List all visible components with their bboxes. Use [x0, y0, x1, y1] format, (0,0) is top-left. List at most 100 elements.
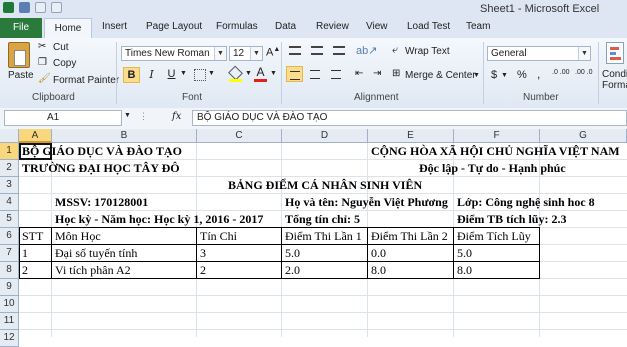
formula-input[interactable]: BỘ GIÁO DỤC VÀ ĐÀO TẠO: [192, 110, 627, 126]
cell-f5-gpa[interactable]: Điểm TB tích lũy: 2.3: [457, 211, 566, 228]
row-header-4[interactable]: 4: [0, 194, 19, 211]
tab-review[interactable]: Review: [316, 21, 349, 32]
column-header-b[interactable]: B: [52, 129, 197, 143]
font-name-select[interactable]: Times New Roman ▼: [121, 46, 227, 61]
table-cell[interactable]: 1: [22, 245, 28, 262]
align-center-button[interactable]: [307, 66, 324, 82]
cell-b5-term[interactable]: Học kỳ - Năm học: Học kỳ 1, 2016 - 2017: [55, 211, 263, 228]
cut-icon[interactable]: ✂: [38, 41, 46, 52]
cell-e1-republic[interactable]: CỘNG HÒA XÃ HỘI CHỦ NGHĨA VIỆT NAM: [371, 143, 620, 160]
increase-decimal-button[interactable]: .0 .00: [552, 69, 570, 76]
table-cell[interactable]: 8.0: [457, 262, 472, 279]
tab-file[interactable]: File: [0, 18, 42, 38]
paste-icon[interactable]: [8, 42, 30, 68]
underline-button[interactable]: U: [163, 67, 180, 83]
excel-app-icon[interactable]: [3, 2, 14, 13]
redo-icon[interactable]: [51, 2, 62, 13]
cancel-entry-icon[interactable]: ⋮: [139, 111, 148, 122]
conditional-formatting-button[interactable]: Conditi: [602, 69, 627, 80]
align-left-button[interactable]: [286, 66, 303, 82]
row-header-6[interactable]: 6: [0, 228, 19, 245]
chevron-down-icon[interactable]: ▼: [245, 70, 252, 77]
column-header-c[interactable]: C: [197, 129, 282, 143]
decrease-decimal-button[interactable]: .00 .0: [575, 69, 593, 76]
decrease-indent-icon[interactable]: ⇤: [355, 68, 363, 79]
chevron-down-icon[interactable]: ▼: [124, 112, 131, 119]
merge-center-icon[interactable]: ⊞: [392, 68, 400, 79]
table-cell[interactable]: 5.0: [457, 245, 472, 262]
table-header-exam2[interactable]: Điểm Thi Lần 2: [371, 228, 448, 245]
grow-font-icon[interactable]: A▲: [266, 46, 280, 59]
number-format-select[interactable]: General ▼: [487, 46, 591, 61]
table-cell[interactable]: Đại số tuyến tính: [55, 245, 137, 262]
orientation-icon[interactable]: ab↗: [356, 44, 377, 57]
row-header-3[interactable]: 3: [0, 177, 19, 194]
chevron-down-icon[interactable]: ▼: [208, 70, 215, 77]
cell-f2-motto[interactable]: Độc lập - Tự do - Hạnh phúc: [419, 160, 566, 177]
cell-b4-mssv[interactable]: MSSV: 170128001: [55, 194, 148, 211]
table-header-credits[interactable]: Tín Chỉ: [200, 228, 237, 245]
chevron-down-icon[interactable]: ▼: [473, 72, 480, 79]
percent-button[interactable]: %: [517, 69, 527, 81]
bold-button[interactable]: B: [123, 67, 140, 83]
row-header-7[interactable]: 7: [0, 245, 19, 262]
currency-button[interactable]: $: [491, 69, 497, 81]
format-painter-button[interactable]: Format Painter: [53, 75, 119, 86]
table-header-stt[interactable]: STT: [22, 228, 43, 245]
comma-button[interactable]: ,: [537, 67, 540, 81]
cell-d5-credits[interactable]: Tổng tín chỉ: 5: [285, 211, 360, 228]
cell-c3-title[interactable]: BẢNG ĐIỂM CÁ NHÂN SINH VIÊN: [228, 177, 422, 194]
table-cell[interactable]: 5.0: [285, 245, 300, 262]
paste-button[interactable]: Paste: [8, 70, 34, 81]
tab-load-test[interactable]: Load Test: [407, 21, 450, 32]
table-cell[interactable]: Vi tích phân A2: [55, 262, 131, 279]
table-header-subject[interactable]: Môn Học: [55, 228, 101, 245]
cell-d4-name[interactable]: Họ và tên: Nguyễn Việt Phương: [285, 194, 448, 211]
row-header-2[interactable]: 2: [0, 160, 19, 177]
active-cell-selection[interactable]: [19, 143, 52, 160]
tab-page-layout[interactable]: Page Layout: [146, 21, 202, 32]
tab-data[interactable]: Data: [275, 21, 296, 32]
table-cell[interactable]: 2: [22, 262, 28, 279]
align-middle-icon[interactable]: [311, 46, 323, 55]
table-cell[interactable]: 2: [200, 262, 206, 279]
increase-indent-icon[interactable]: ⇥: [373, 68, 381, 79]
table-cell[interactable]: 3: [200, 245, 206, 262]
fill-color-icon[interactable]: [228, 65, 243, 82]
select-all-corner[interactable]: [0, 129, 19, 143]
chevron-down-icon[interactable]: ▼: [180, 70, 187, 77]
insert-function-button[interactable]: fx: [172, 111, 181, 122]
tab-insert[interactable]: Insert: [102, 21, 127, 32]
table-header-cumulative[interactable]: Điểm Tích Lũy: [457, 228, 531, 245]
align-top-icon[interactable]: [289, 46, 301, 55]
align-bottom-icon[interactable]: [333, 46, 345, 55]
conditional-formatting-button-line2[interactable]: Formatt: [602, 80, 627, 91]
align-right-button[interactable]: [328, 66, 345, 82]
column-header-g[interactable]: G: [540, 129, 627, 143]
tab-formulas[interactable]: Formulas: [216, 21, 258, 32]
italic-button[interactable]: I: [143, 67, 160, 83]
table-header-exam1[interactable]: Điểm Thi Lần 1: [285, 228, 362, 245]
row-header-8[interactable]: 8: [0, 262, 19, 279]
table-cell[interactable]: 2.0: [285, 262, 300, 279]
tab-home[interactable]: Home: [44, 18, 92, 39]
cut-button[interactable]: Cut: [53, 42, 69, 53]
conditional-formatting-icon[interactable]: [606, 42, 624, 64]
chevron-down-icon[interactable]: ▼: [270, 70, 277, 77]
tab-view[interactable]: View: [366, 21, 388, 32]
cell-f4-class[interactable]: Lớp: Công nghệ sinh hoc 8: [457, 194, 595, 211]
column-header-d[interactable]: D: [282, 129, 368, 143]
row-header-11[interactable]: 11: [0, 313, 19, 330]
merge-center-button[interactable]: Merge & Center: [405, 70, 476, 81]
cell-a2-university[interactable]: TRƯỜNG ĐẠI HỌC TÂY ĐÔ: [22, 160, 180, 177]
wrap-text-button[interactable]: Wrap Text: [405, 46, 450, 57]
save-icon[interactable]: [19, 2, 30, 13]
borders-icon[interactable]: [194, 69, 206, 81]
column-header-e[interactable]: E: [368, 129, 454, 143]
row-header-9[interactable]: 9: [0, 279, 19, 296]
row-header-1[interactable]: 1: [0, 143, 19, 160]
name-box[interactable]: A1: [4, 110, 122, 126]
chevron-down-icon[interactable]: ▼: [501, 72, 508, 79]
copy-button[interactable]: Copy: [53, 58, 76, 69]
copy-icon[interactable]: ❐: [38, 57, 47, 68]
